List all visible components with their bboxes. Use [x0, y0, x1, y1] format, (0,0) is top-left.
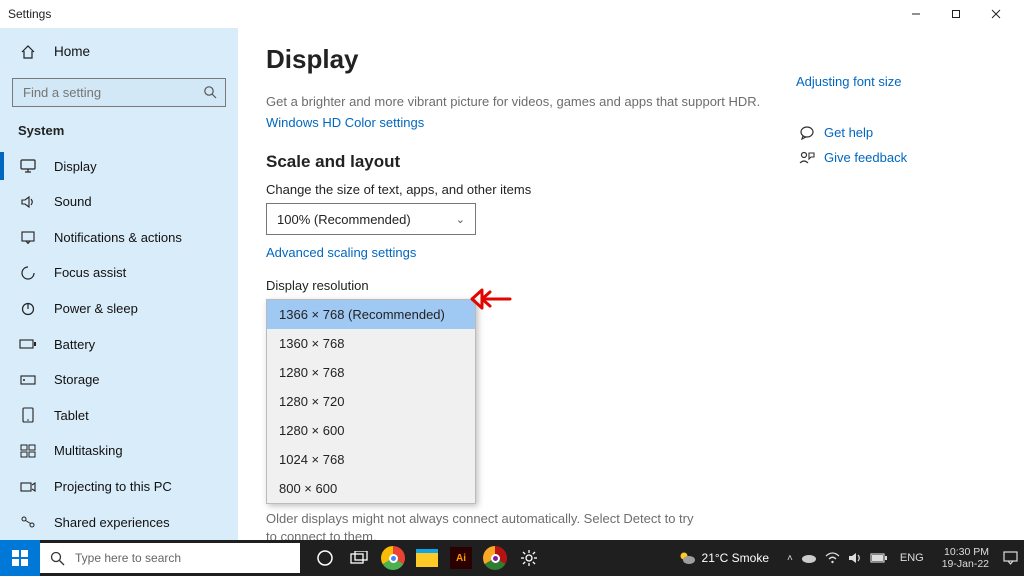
- tablet-icon: [18, 407, 38, 423]
- resolution-option[interactable]: 1360 × 768: [267, 329, 475, 358]
- give-feedback-link[interactable]: Give feedback: [796, 150, 996, 165]
- tray-battery-icon[interactable]: [870, 553, 888, 563]
- sidebar-item-label: Sound: [54, 194, 92, 209]
- hd-color-settings-link[interactable]: Windows HD Color settings: [266, 115, 796, 130]
- search-icon: [50, 551, 65, 566]
- sidebar: Home System Display Sound Notifications …: [0, 28, 238, 540]
- power-icon: [18, 302, 38, 316]
- focus-assist-icon: [18, 265, 38, 281]
- scale-label: Change the size of text, apps, and other…: [266, 182, 796, 197]
- hdr-description: Get a brighter and more vibrant picture …: [266, 93, 796, 111]
- sidebar-item-tablet[interactable]: Tablet: [0, 398, 238, 434]
- window-title: Settings: [8, 7, 51, 21]
- sidebar-item-notifications[interactable]: Notifications & actions: [0, 220, 238, 256]
- taskbar-app-settings[interactable]: [512, 540, 546, 576]
- taskbar-app-chrome-canary[interactable]: [478, 540, 512, 576]
- sidebar-item-sound[interactable]: Sound: [0, 184, 238, 220]
- adjusting-font-size-link[interactable]: Adjusting font size: [796, 74, 996, 89]
- scale-combo-value: 100% (Recommended): [277, 212, 411, 227]
- sidebar-home-label: Home: [54, 44, 90, 59]
- sidebar-item-storage[interactable]: Storage: [0, 362, 238, 398]
- resolution-option[interactable]: 1280 × 768: [267, 358, 475, 387]
- resolution-option[interactable]: 800 × 600: [267, 474, 475, 503]
- taskbar-app-explorer[interactable]: [410, 540, 444, 576]
- sidebar-item-shared-experiences[interactable]: Shared experiences: [0, 504, 238, 540]
- sidebar-item-label: Storage: [54, 372, 100, 387]
- cortana-button[interactable]: [308, 540, 342, 576]
- sidebar-item-label: Battery: [54, 337, 95, 352]
- resolution-dropdown[interactable]: 1366 × 768 (Recommended) 1360 × 768 1280…: [266, 299, 476, 504]
- taskbar-app-illustrator[interactable]: Ai: [444, 540, 478, 576]
- search-icon: [203, 85, 217, 99]
- annotation-arrow: [470, 286, 514, 312]
- get-help-link[interactable]: Get help: [796, 125, 996, 140]
- sidebar-item-multitasking[interactable]: Multitasking: [0, 433, 238, 469]
- window-titlebar: Settings: [0, 0, 1024, 28]
- taskbar-app-chrome[interactable]: [376, 540, 410, 576]
- tray-language[interactable]: ENG: [896, 552, 928, 564]
- notifications-icon: [18, 230, 38, 244]
- sidebar-group-system: System: [0, 117, 238, 148]
- main-content: Display Get a brighter and more vibrant …: [238, 28, 1024, 540]
- sidebar-item-label: Shared experiences: [54, 515, 170, 530]
- sidebar-item-display[interactable]: Display: [0, 148, 238, 184]
- sidebar-search-input[interactable]: [21, 84, 203, 101]
- tray-clock[interactable]: 10:30 PM 19-Jan-22: [936, 546, 995, 570]
- maximize-button[interactable]: [936, 0, 976, 28]
- resolution-option[interactable]: 1280 × 600: [267, 416, 475, 445]
- right-panel: Adjusting font size Get help Give feedba…: [796, 40, 996, 528]
- sidebar-item-power-sleep[interactable]: Power & sleep: [0, 291, 238, 327]
- detect-description: Older displays might not always connect …: [266, 510, 696, 540]
- battery-icon: [18, 339, 38, 349]
- minimize-button[interactable]: [896, 0, 936, 28]
- sidebar-item-projecting[interactable]: Projecting to this PC: [0, 469, 238, 505]
- multitasking-icon: [18, 444, 38, 458]
- storage-icon: [18, 374, 38, 386]
- taskbar-search-placeholder: Type here to search: [75, 551, 181, 565]
- sidebar-item-label: Power & sleep: [54, 301, 138, 316]
- sidebar-item-label: Focus assist: [54, 265, 126, 280]
- resolution-option[interactable]: 1024 × 768: [267, 445, 475, 474]
- sidebar-item-focus-assist[interactable]: Focus assist: [0, 255, 238, 291]
- sidebar-item-label: Projecting to this PC: [54, 479, 172, 494]
- resolution-label: Display resolution: [266, 278, 796, 293]
- resolution-option[interactable]: 1366 × 768 (Recommended): [267, 300, 475, 329]
- taskbar-pinned: Ai: [308, 540, 546, 576]
- tray-wifi-icon[interactable]: [825, 552, 840, 564]
- sound-icon: [18, 195, 38, 209]
- tray-chevron-icon[interactable]: ˄: [787, 553, 793, 564]
- chevron-down-icon: ⌄: [456, 213, 465, 226]
- shared-experiences-icon: [18, 515, 38, 529]
- weather-icon: [678, 550, 696, 566]
- sidebar-search[interactable]: [12, 78, 226, 108]
- home-icon: [18, 44, 38, 60]
- close-button[interactable]: [976, 0, 1016, 28]
- sidebar-item-battery[interactable]: Battery: [0, 326, 238, 362]
- feedback-icon: [796, 151, 818, 165]
- taskbar-search[interactable]: Type here to search: [40, 543, 300, 573]
- sidebar-item-label: Display: [54, 159, 97, 174]
- tray-volume-icon[interactable]: [848, 552, 862, 564]
- display-icon: [18, 159, 38, 173]
- tray-action-center-icon[interactable]: [1003, 551, 1018, 565]
- start-button[interactable]: [0, 540, 40, 576]
- taskbar: Type here to search Ai 21°C Smoke ˄ ENG: [0, 540, 1024, 576]
- advanced-scaling-link[interactable]: Advanced scaling settings: [266, 245, 796, 260]
- scale-combo[interactable]: 100% (Recommended) ⌄: [266, 203, 476, 235]
- sidebar-item-label: Multitasking: [54, 443, 123, 458]
- taskbar-tray: 21°C Smoke ˄ ENG 10:30 PM 19-Jan-22: [678, 546, 1024, 570]
- sidebar-home[interactable]: Home: [0, 34, 238, 70]
- tray-onedrive-icon[interactable]: [801, 552, 817, 564]
- task-view-button[interactable]: [342, 540, 376, 576]
- sidebar-item-label: Notifications & actions: [54, 230, 182, 245]
- weather-widget[interactable]: 21°C Smoke: [678, 550, 770, 566]
- projecting-icon: [18, 480, 38, 494]
- sidebar-item-label: Tablet: [54, 408, 89, 423]
- resolution-option[interactable]: 1280 × 720: [267, 387, 475, 416]
- help-icon: [796, 126, 818, 140]
- page-title: Display: [266, 44, 796, 75]
- scale-layout-heading: Scale and layout: [266, 152, 796, 172]
